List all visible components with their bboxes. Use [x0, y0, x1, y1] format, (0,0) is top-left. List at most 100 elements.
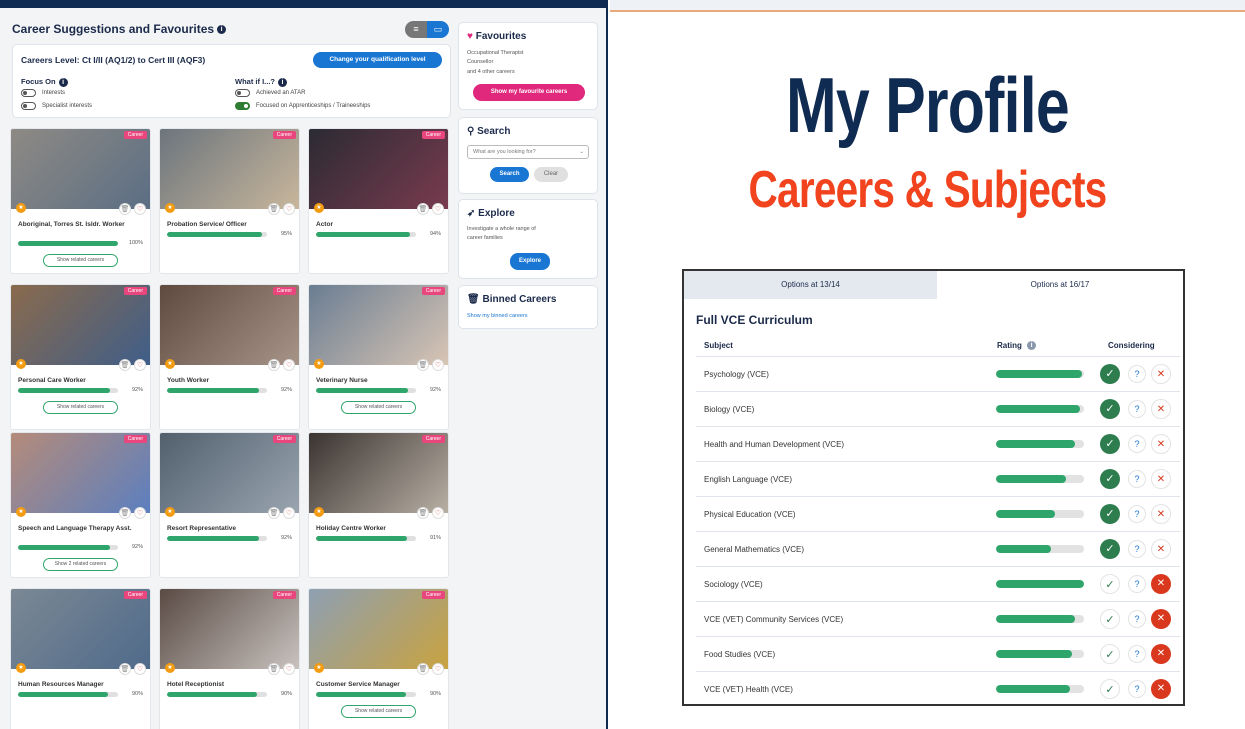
heart-icon[interactable]: ♡ [432, 663, 444, 675]
show-related-careers-button[interactable]: Show related careers [341, 705, 416, 718]
grid-view-icon[interactable]: ▭ [427, 21, 449, 38]
show-binned-link[interactable]: Show my binned careers [467, 312, 528, 321]
career-card[interactable]: Career ★ 🗑 ♡ Veterinary Nurse 92% Show re… [308, 284, 449, 430]
bin-icon[interactable]: 🗑 [417, 507, 429, 519]
career-photo[interactable] [11, 129, 150, 209]
heart-icon[interactable]: ♡ [134, 359, 146, 371]
check-icon[interactable]: ✓ [1100, 609, 1120, 629]
career-photo[interactable] [11, 285, 150, 365]
bin-icon[interactable]: 🗑 [417, 203, 429, 215]
heart-icon[interactable]: ♡ [432, 359, 444, 371]
career-card[interactable]: Career ★ 🗑 ♡ Holiday Centre Worker 91% [308, 432, 449, 578]
question-icon[interactable]: ? [1128, 680, 1146, 698]
cross-icon[interactable]: ✕ [1151, 679, 1171, 699]
cross-icon[interactable]: ✕ [1151, 644, 1171, 664]
toggle-switch-icon[interactable] [21, 102, 36, 110]
toggle-atar[interactable]: Achieved an ATAR [235, 89, 305, 97]
question-icon[interactable]: ? [1128, 505, 1146, 523]
heart-icon[interactable]: ♡ [134, 507, 146, 519]
heart-icon[interactable]: ♡ [283, 359, 295, 371]
cross-icon[interactable]: ✕ [1151, 609, 1171, 629]
toggle-specialist-interests[interactable]: Specialist interests [21, 102, 92, 110]
check-icon[interactable]: ✓ [1100, 539, 1120, 559]
view-toggle[interactable]: ≡ ▭ [405, 21, 449, 38]
bin-icon[interactable]: 🗑 [119, 507, 131, 519]
question-icon[interactable]: ? [1128, 645, 1146, 663]
career-photo[interactable] [309, 285, 448, 365]
toggle-interests[interactable]: Interests [21, 89, 65, 97]
check-icon[interactable]: ✓ [1100, 469, 1120, 489]
show-related-careers-button[interactable]: Show 2 related careers [43, 558, 118, 571]
career-photo[interactable] [160, 589, 299, 669]
career-photo[interactable] [309, 129, 448, 209]
tab-options-13-14[interactable]: Options at 13/14 [684, 271, 937, 299]
career-card[interactable]: Career ★ 🗑 ♡ Personal Care Worker 92% Sho… [10, 284, 151, 430]
check-icon[interactable]: ✓ [1100, 574, 1120, 594]
info-icon[interactable]: i [58, 77, 68, 87]
tab-options-16-17[interactable]: Options at 16/17 [937, 271, 1183, 299]
toggle-switch-icon[interactable] [21, 89, 36, 97]
career-card[interactable]: Career ★ 🗑 ♡ Hotel Receptionist 90% [159, 588, 300, 729]
heart-icon[interactable]: ♡ [432, 507, 444, 519]
career-photo[interactable] [160, 129, 299, 209]
bin-icon[interactable]: 🗑 [119, 663, 131, 675]
career-photo[interactable] [160, 285, 299, 365]
question-icon[interactable]: ? [1128, 540, 1146, 558]
career-card[interactable]: Career ★ 🗑 ♡ Resort Representative 92% [159, 432, 300, 578]
explore-button[interactable]: Explore [510, 253, 550, 270]
check-icon[interactable]: ✓ [1100, 399, 1120, 419]
cross-icon[interactable]: ✕ [1151, 434, 1171, 454]
check-icon[interactable]: ✓ [1100, 679, 1120, 699]
question-icon[interactable]: ? [1128, 610, 1146, 628]
heart-icon[interactable]: ♡ [432, 203, 444, 215]
cross-icon[interactable]: ✕ [1151, 574, 1171, 594]
clear-button[interactable]: Clear [534, 167, 568, 182]
info-icon[interactable]: i [217, 25, 227, 35]
cross-icon[interactable]: ✕ [1151, 469, 1171, 489]
career-card[interactable]: Career ★ 🗑 ♡ Speech and Language Therapy… [10, 432, 151, 578]
bin-icon[interactable]: 🗑 [268, 359, 280, 371]
career-card[interactable]: Career ★ 🗑 ♡ Human Resources Manager 90% [10, 588, 151, 729]
toggle-switch-icon[interactable] [235, 89, 250, 97]
check-icon[interactable]: ✓ [1100, 504, 1120, 524]
bin-icon[interactable]: 🗑 [417, 663, 429, 675]
career-photo[interactable] [309, 589, 448, 669]
cross-icon[interactable]: ✕ [1151, 539, 1171, 559]
question-icon[interactable]: ? [1128, 365, 1146, 383]
check-icon[interactable]: ✓ [1100, 364, 1120, 384]
bin-icon[interactable]: 🗑 [119, 359, 131, 371]
cross-icon[interactable]: ✕ [1151, 399, 1171, 419]
show-related-careers-button[interactable]: Show related careers [341, 401, 416, 414]
career-card[interactable]: Career ★ 🗑 ♡ Actor 94% [308, 128, 449, 274]
question-icon[interactable]: ? [1128, 575, 1146, 593]
heart-icon[interactable]: ♡ [283, 203, 295, 215]
career-card[interactable]: Career ★ 🗑 ♡ Youth Worker 92% [159, 284, 300, 430]
search-input[interactable]: What are you looking for? ⌄ [467, 145, 589, 159]
cross-icon[interactable]: ✕ [1151, 504, 1171, 524]
bin-icon[interactable]: 🗑 [268, 663, 280, 675]
bin-icon[interactable]: 🗑 [268, 203, 280, 215]
cross-icon[interactable]: ✕ [1151, 364, 1171, 384]
career-photo[interactable] [11, 433, 150, 513]
question-icon[interactable]: ? [1128, 435, 1146, 453]
show-favourites-button[interactable]: Show my favourite careers [473, 84, 585, 101]
toggle-apprenticeships[interactable]: Focused on Apprenticeships / Traineeship… [235, 102, 370, 110]
show-related-careers-button[interactable]: Show related careers [43, 254, 118, 267]
change-qualification-button[interactable]: Change your qualification level [313, 52, 442, 68]
bin-icon[interactable]: 🗑 [417, 359, 429, 371]
heart-icon[interactable]: ♡ [134, 663, 146, 675]
check-icon[interactable]: ✓ [1100, 644, 1120, 664]
info-icon[interactable]: i [278, 77, 287, 87]
career-photo[interactable] [11, 589, 150, 669]
heart-icon[interactable]: ♡ [283, 663, 295, 675]
search-button[interactable]: Search [490, 167, 529, 182]
question-icon[interactable]: ? [1128, 400, 1146, 418]
heart-icon[interactable]: ♡ [134, 203, 146, 215]
bin-icon[interactable]: 🗑 [119, 203, 131, 215]
career-photo[interactable] [309, 433, 448, 513]
career-photo[interactable] [160, 433, 299, 513]
info-icon[interactable]: i [1027, 341, 1037, 351]
heart-icon[interactable]: ♡ [283, 507, 295, 519]
toggle-switch-icon[interactable] [235, 102, 250, 110]
bin-icon[interactable]: 🗑 [268, 507, 280, 519]
